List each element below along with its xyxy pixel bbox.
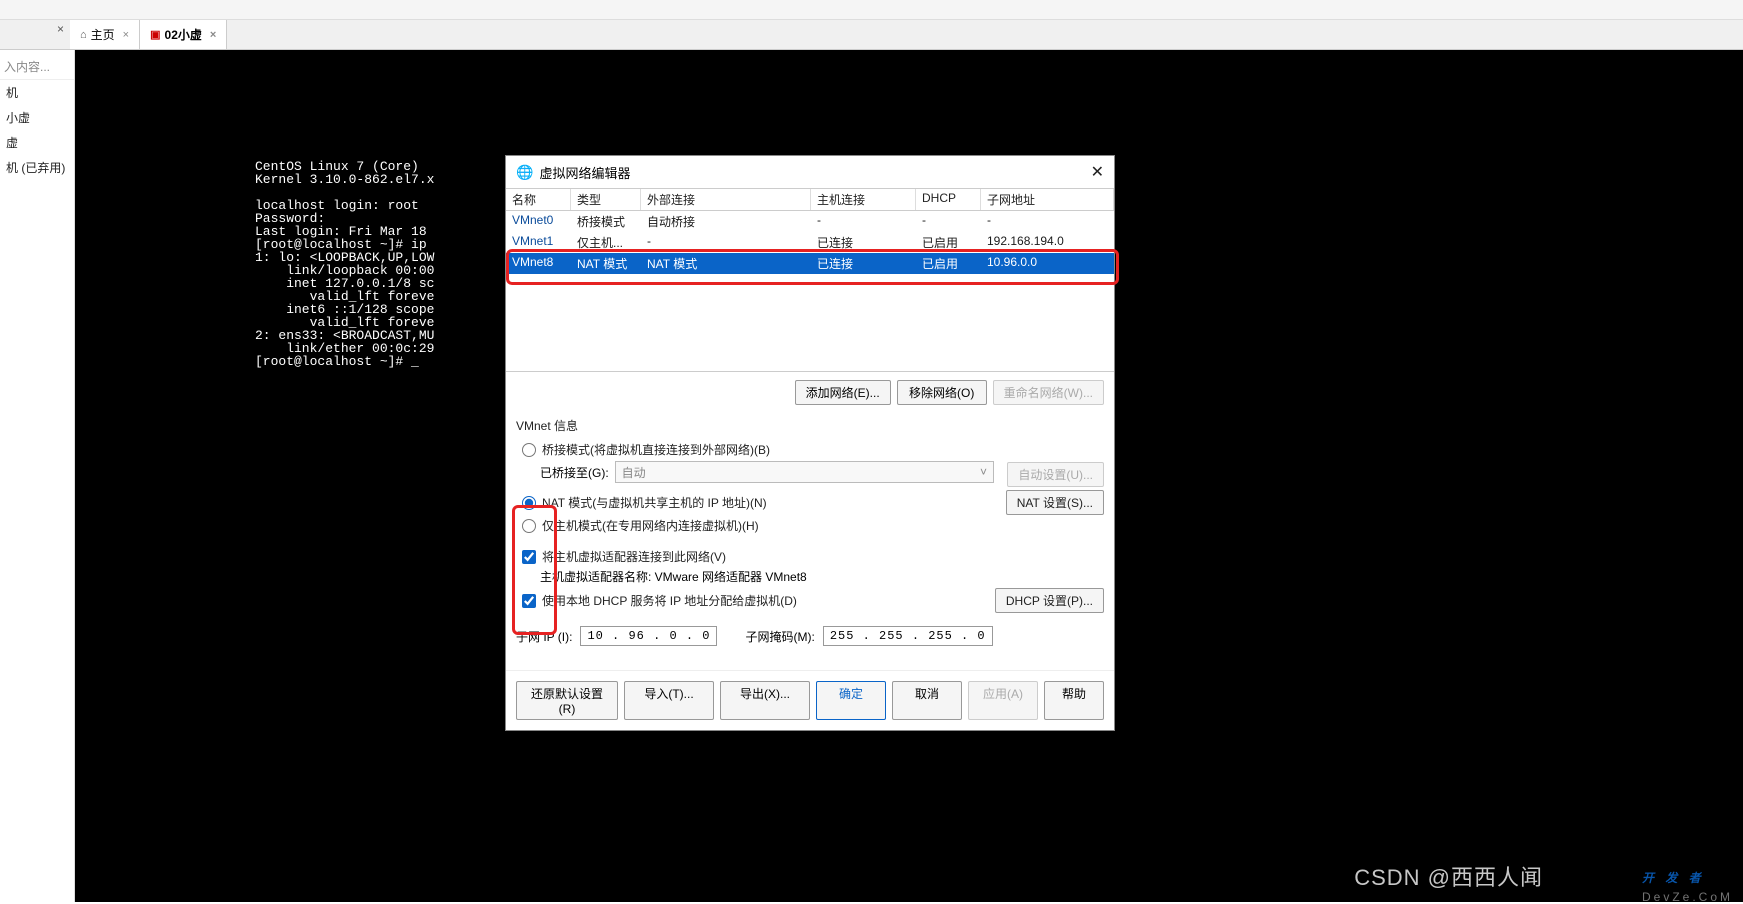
tab-home-close-icon[interactable]: × [119, 29, 129, 41]
network-row-vmnet8[interactable]: VMnet8 NAT 模式 NAT 模式 已连接 已启用 10.96.0.0 [506, 253, 1114, 274]
network-row-vmnet1[interactable]: VMnet1 仅主机... - 已连接 已启用 192.168.194.0 [506, 232, 1114, 253]
apply-button: 应用(A) [968, 681, 1038, 720]
home-icon: ⌂ [80, 29, 87, 41]
sidebar-item[interactable]: 机 [0, 80, 74, 105]
virtual-network-editor-dialog: 🌐 虚拟网络编辑器 ✕ 名称 类型 外部连接 主机连接 DHCP 子网地址 VM… [505, 155, 1115, 731]
nat-mode-radio[interactable] [522, 496, 536, 510]
col-type[interactable]: 类型 [571, 189, 641, 210]
bridge-to-combo[interactable]: 自动˅ [615, 461, 994, 483]
tab-vm-close-icon[interactable]: × [206, 29, 216, 41]
ok-button[interactable]: 确定 [816, 681, 886, 720]
tab-vm-label: 02小虚 [165, 26, 202, 43]
bridge-mode-radio[interactable] [522, 443, 536, 457]
chevron-down-icon: ˅ [980, 465, 987, 479]
sidebar: 入内容... 机 小虚 虚 机 (已弃用) [0, 50, 75, 902]
auto-settings-button: 自动设置(U)... [1007, 462, 1104, 487]
subnet-mask-label: 子网掩码(M): [745, 628, 814, 645]
terminal-output: CentOS Linux 7 (Core) Kernel 3.10.0-862.… [255, 160, 434, 368]
use-dhcp-checkbox[interactable] [522, 594, 536, 608]
vm-icon: ▣ [150, 28, 160, 41]
use-dhcp-label: 使用本地 DHCP 服务将 IP 地址分配给虚拟机(D) [542, 592, 797, 609]
connect-host-adapter-label: 将主机虚拟适配器连接到此网络(V) [542, 548, 726, 565]
dhcp-settings-button[interactable]: DHCP 设置(P)... [995, 588, 1104, 613]
globe-icon: 🌐 [516, 164, 533, 181]
bridge-to-label: 已桥接至(G): [540, 464, 609, 481]
network-table: 名称 类型 外部连接 主机连接 DHCP 子网地址 VMnet0 桥接模式 自动… [506, 188, 1114, 372]
subnet-ip-input[interactable]: 10 . 96 . 0 . 0 [580, 626, 717, 646]
sidebar-item[interactable]: 机 (已弃用) [0, 155, 74, 180]
subnet-ip-label: 子网 IP (I): [516, 628, 572, 645]
vmnet-info-title: VMnet 信息 [506, 413, 1114, 438]
bridge-mode-label: 桥接模式(将虚拟机直接连接到外部网络)(B) [542, 441, 770, 458]
tabs-bar: × ⌂ 主页 × ▣ 02小虚 × [0, 20, 1743, 50]
col-name[interactable]: 名称 [506, 189, 571, 210]
restore-defaults-button[interactable]: 还原默认设置(R) [516, 681, 618, 720]
side-panel-close-icon[interactable]: × [51, 20, 70, 38]
help-button[interactable]: 帮助 [1044, 681, 1104, 720]
remove-network-button[interactable]: 移除网络(O) [897, 380, 987, 405]
import-button[interactable]: 导入(T)... [624, 681, 714, 720]
hostonly-mode-radio[interactable] [522, 519, 536, 533]
col-dhcp[interactable]: DHCP [916, 189, 981, 210]
host-adapter-name-label: 主机虚拟适配器名称: VMware 网络适配器 VMnet8 [540, 568, 807, 585]
app-toolbar [0, 0, 1743, 20]
nat-settings-button[interactable]: NAT 设置(S)... [1006, 490, 1104, 515]
network-table-header: 名称 类型 外部连接 主机连接 DHCP 子网地址 [506, 189, 1114, 211]
sidebar-search[interactable]: 入内容... [0, 54, 74, 80]
sidebar-item[interactable]: 虚 [0, 130, 74, 155]
hostonly-mode-label: 仅主机模式(在专用网络内连接虚拟机)(H) [542, 517, 759, 534]
add-network-button[interactable]: 添加网络(E)... [795, 380, 891, 405]
tab-home-label: 主页 [91, 26, 115, 43]
subnet-mask-input[interactable]: 255 . 255 . 255 . 0 [823, 626, 993, 646]
dialog-title: 虚拟网络编辑器 [539, 163, 1090, 182]
col-ext-conn[interactable]: 外部连接 [641, 189, 811, 210]
rename-network-button: 重命名网络(W)... [993, 380, 1104, 405]
nat-mode-label: NAT 模式(与虚拟机共享主机的 IP 地址)(N) [542, 494, 767, 511]
devze-watermark: 开 发 者 DevZe.CoM [1642, 853, 1733, 904]
dialog-close-icon[interactable]: ✕ [1091, 162, 1104, 182]
vm-console[interactable]: CentOS Linux 7 (Core) Kernel 3.10.0-862.… [75, 50, 1743, 902]
side-panel-close-area: × [0, 20, 70, 50]
cancel-button[interactable]: 取消 [892, 681, 962, 720]
col-subnet[interactable]: 子网地址 [981, 189, 1114, 210]
sidebar-item[interactable]: 小虚 [0, 105, 74, 130]
csdn-watermark: CSDN @西西人闻 [1354, 860, 1543, 892]
tab-home[interactable]: ⌂ 主页 × [70, 20, 140, 49]
export-button[interactable]: 导出(X)... [720, 681, 810, 720]
network-row-vmnet0[interactable]: VMnet0 桥接模式 自动桥接 - - - [506, 211, 1114, 232]
connect-host-adapter-checkbox[interactable] [522, 550, 536, 564]
tab-vm[interactable]: ▣ 02小虚 × [140, 20, 227, 49]
col-host-conn[interactable]: 主机连接 [811, 189, 916, 210]
